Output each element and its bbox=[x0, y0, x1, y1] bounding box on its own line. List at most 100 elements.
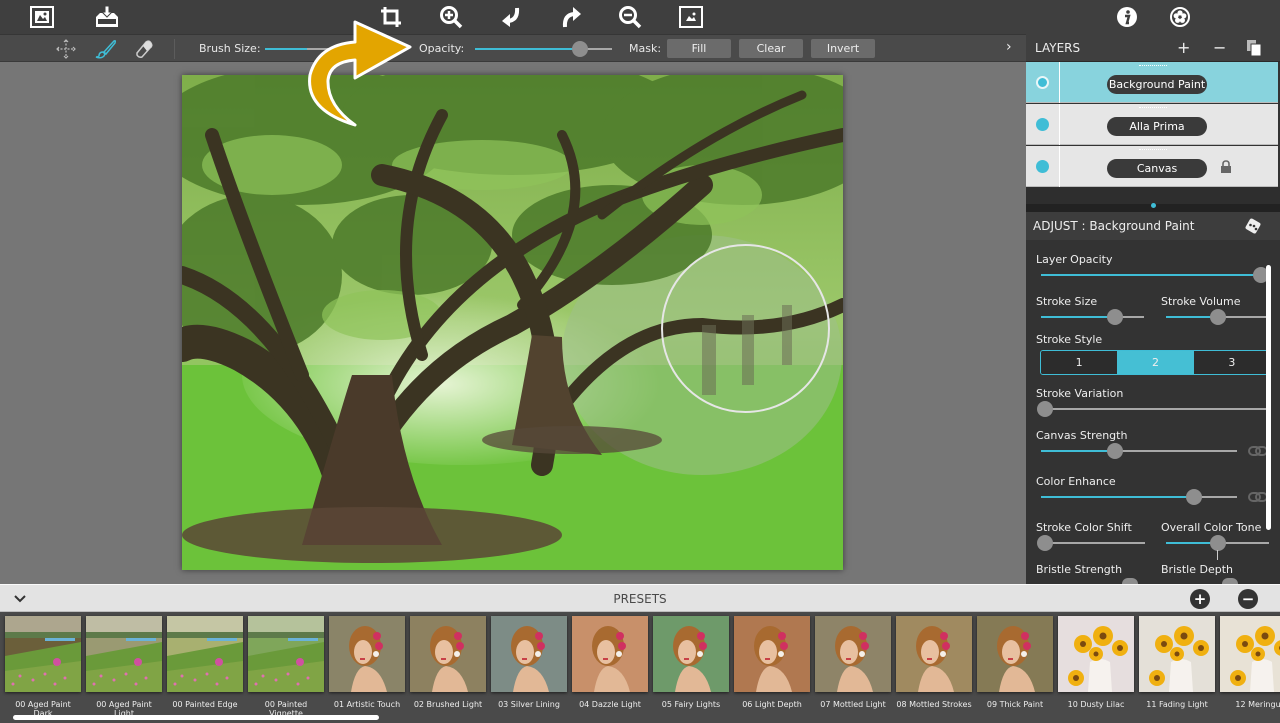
mask-clear-button[interactable]: Clear bbox=[739, 39, 803, 58]
preset-item[interactable]: 02 Brushed Light bbox=[410, 616, 486, 709]
preset-item[interactable]: 12 Meringu bbox=[1220, 616, 1280, 709]
brush-tool-icon[interactable] bbox=[95, 39, 117, 59]
info-icon[interactable] bbox=[1114, 4, 1140, 30]
slider-knob[interactable] bbox=[1209, 535, 1226, 551]
preset-thumbnail[interactable] bbox=[1139, 616, 1215, 692]
preset-item[interactable]: 11 Fading Light bbox=[1139, 616, 1215, 709]
slider-knob[interactable] bbox=[1209, 309, 1226, 325]
color-enhance-slider[interactable] bbox=[1041, 489, 1237, 505]
remove-preset-button[interactable]: − bbox=[1238, 589, 1258, 609]
layer-name[interactable]: Background Paint bbox=[1107, 75, 1207, 94]
overall-color-tone-slider[interactable] bbox=[1166, 535, 1269, 551]
preset-item[interactable]: 00 Aged Paint Light bbox=[86, 616, 162, 718]
link-icon[interactable] bbox=[1248, 491, 1268, 503]
settings-icon[interactable] bbox=[1167, 4, 1193, 30]
brush-cursor bbox=[661, 244, 830, 413]
preset-item[interactable]: 04 Dazzle Light bbox=[572, 616, 648, 709]
preset-thumbnail[interactable] bbox=[653, 616, 729, 692]
slider-knob[interactable] bbox=[1185, 489, 1202, 505]
fit-image-icon[interactable] bbox=[678, 4, 704, 30]
lock-icon[interactable] bbox=[1220, 160, 1232, 173]
redo-icon[interactable] bbox=[558, 4, 584, 30]
presets-title: PRESETS bbox=[613, 592, 667, 606]
preset-thumbnail[interactable] bbox=[977, 616, 1053, 692]
stroke-style-option-2[interactable]: 2 bbox=[1117, 351, 1194, 374]
layer-visibility-toggle[interactable] bbox=[1036, 76, 1049, 89]
preset-thumbnail[interactable] bbox=[167, 616, 243, 692]
preset-thumbnail[interactable] bbox=[491, 616, 567, 692]
preset-item[interactable]: 00 Painted Vignette bbox=[248, 616, 324, 718]
preset-item[interactable]: 09 Thick Paint bbox=[977, 616, 1053, 709]
layer-row-canvas[interactable]: Canvas bbox=[1026, 146, 1278, 187]
drag-handle[interactable] bbox=[1139, 107, 1167, 108]
drag-handle[interactable] bbox=[1139, 65, 1167, 66]
slider-knob[interactable] bbox=[1107, 443, 1124, 459]
mask-label: Mask: bbox=[629, 42, 662, 55]
preset-thumbnail[interactable] bbox=[329, 616, 405, 692]
canvas-strength-slider[interactable] bbox=[1041, 443, 1237, 459]
remove-layer-icon[interactable]: − bbox=[1213, 38, 1226, 57]
move-tool-icon[interactable] bbox=[56, 39, 76, 59]
preset-item[interactable]: 06 Light Depth bbox=[734, 616, 810, 709]
preset-thumbnail[interactable] bbox=[86, 616, 162, 692]
presets-scrollbar[interactable] bbox=[13, 715, 379, 720]
drag-handle[interactable] bbox=[1139, 149, 1167, 150]
slider-knob[interactable] bbox=[1107, 309, 1124, 325]
zoom-in-icon[interactable] bbox=[438, 4, 464, 30]
preset-item[interactable]: 01 Artistic Touch bbox=[329, 616, 405, 709]
preset-thumbnail[interactable] bbox=[896, 616, 972, 692]
preset-name: 09 Thick Paint bbox=[986, 700, 1044, 709]
preset-thumbnail[interactable] bbox=[1220, 616, 1280, 692]
slider-knob[interactable] bbox=[1037, 535, 1053, 551]
preset-item[interactable]: 03 Silver Lining bbox=[491, 616, 567, 709]
randomize-dice-icon[interactable] bbox=[1244, 217, 1262, 235]
preset-thumbnail[interactable] bbox=[248, 616, 324, 692]
preset-item[interactable]: 00 Painted Edge bbox=[167, 616, 243, 709]
preset-name: 08 Mottled Strokes bbox=[896, 700, 972, 709]
opacity-slider[interactable] bbox=[475, 41, 612, 57]
preset-thumbnail[interactable] bbox=[5, 616, 81, 692]
preset-item[interactable]: 05 Fairy Lights bbox=[653, 616, 729, 709]
stroke-variation-slider[interactable] bbox=[1037, 401, 1270, 417]
stroke-style-option-1[interactable]: 1 bbox=[1041, 351, 1118, 374]
layer-row-background-paint[interactable]: Background Paint bbox=[1026, 62, 1278, 103]
layer-row-alla-prima[interactable]: Alla Prima bbox=[1026, 104, 1278, 145]
mask-invert-button[interactable]: Invert bbox=[811, 39, 875, 58]
save-icon[interactable] bbox=[94, 4, 120, 30]
opacity-slider-knob[interactable] bbox=[572, 41, 589, 57]
preset-item[interactable]: 10 Dusty Lilac bbox=[1058, 616, 1134, 709]
layer-opacity-slider[interactable] bbox=[1041, 267, 1269, 283]
expand-panel-chevron-icon[interactable]: › bbox=[1006, 39, 1012, 55]
presets-strip: 00 Aged Paint Dark 00 Aged Paint Light 00 … bbox=[0, 612, 1280, 723]
preset-thumbnail[interactable] bbox=[734, 616, 810, 692]
duplicate-layer-icon[interactable] bbox=[1247, 40, 1262, 60]
stroke-size-slider[interactable] bbox=[1041, 309, 1144, 325]
add-preset-button[interactable]: + bbox=[1190, 589, 1210, 609]
preset-thumbnail[interactable] bbox=[815, 616, 891, 692]
preset-item[interactable]: 08 Mottled Strokes bbox=[896, 616, 972, 709]
open-image-icon[interactable] bbox=[29, 4, 55, 30]
stroke-color-shift-slider[interactable] bbox=[1037, 535, 1145, 551]
preset-thumbnail[interactable] bbox=[1058, 616, 1134, 692]
link-icon[interactable] bbox=[1248, 445, 1268, 457]
layer-visibility-toggle[interactable] bbox=[1036, 118, 1049, 131]
zoom-out-icon[interactable] bbox=[617, 4, 643, 30]
pager-dot[interactable] bbox=[1151, 203, 1156, 208]
undo-icon[interactable] bbox=[498, 4, 524, 30]
preset-name: 12 Meringu bbox=[1235, 700, 1280, 709]
layer-visibility-toggle[interactable] bbox=[1036, 160, 1049, 173]
stroke-style-option-3[interactable]: 3 bbox=[1193, 351, 1270, 374]
preset-thumbnail[interactable] bbox=[410, 616, 486, 692]
opacity-label: Opacity: bbox=[419, 42, 465, 55]
layer-name[interactable]: Alla Prima bbox=[1107, 117, 1207, 136]
layer-name[interactable]: Canvas bbox=[1107, 159, 1207, 178]
mask-fill-button[interactable]: Fill bbox=[667, 39, 731, 58]
stroke-volume-slider[interactable] bbox=[1166, 309, 1269, 325]
slider-knob[interactable] bbox=[1037, 401, 1053, 417]
add-layer-icon[interactable]: + bbox=[1177, 38, 1190, 57]
adjust-scrollbar[interactable] bbox=[1266, 265, 1271, 530]
eraser-tool-icon[interactable] bbox=[134, 39, 154, 59]
preset-item[interactable]: 07 Mottled Light bbox=[815, 616, 891, 709]
preset-item[interactable]: 00 Aged Paint Dark bbox=[5, 616, 81, 718]
preset-thumbnail[interactable] bbox=[572, 616, 648, 692]
